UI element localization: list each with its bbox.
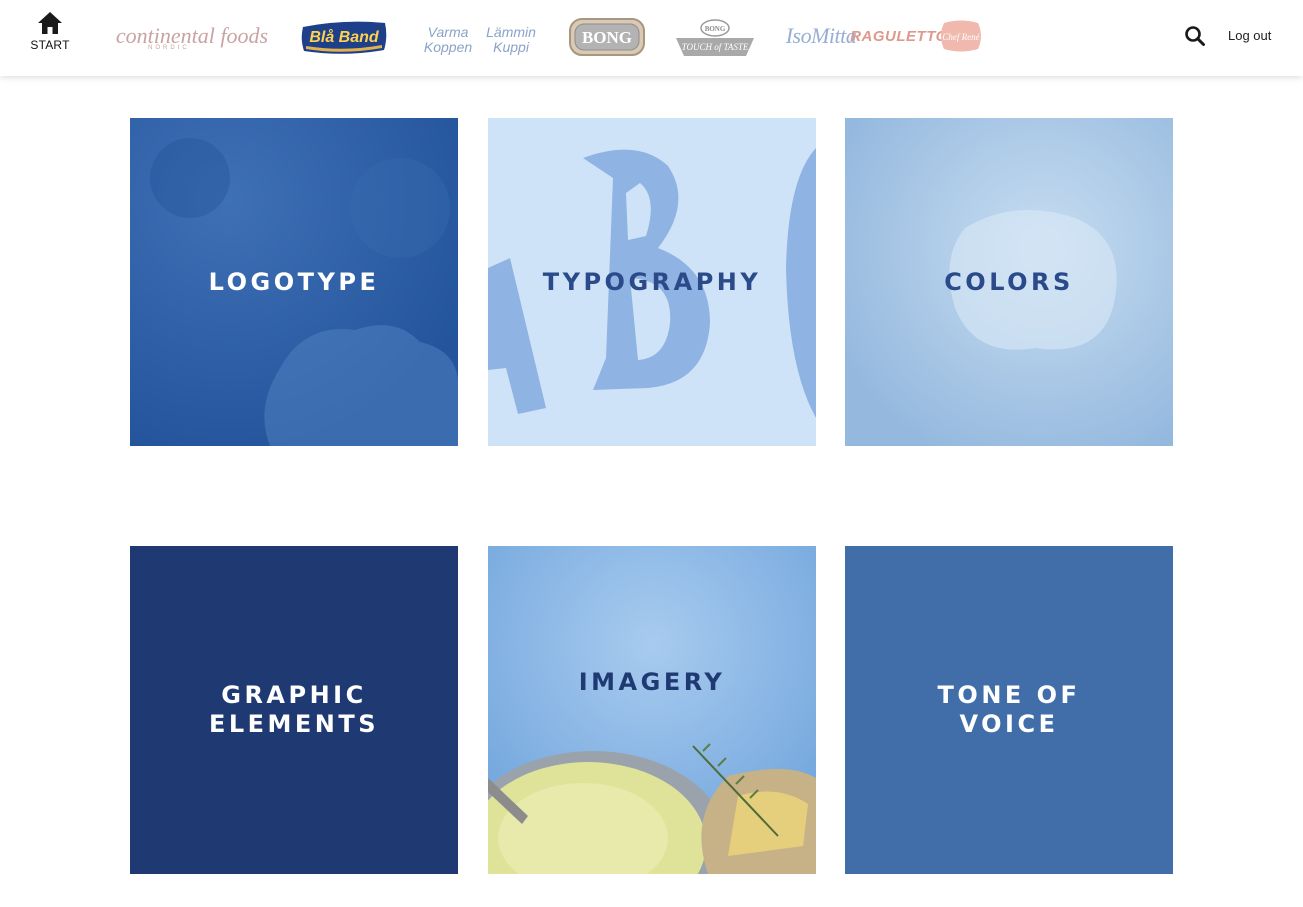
search-icon	[1185, 26, 1205, 46]
chef-rene-text: Chef René	[942, 32, 980, 42]
continental-foods-logo: continental foods	[115, 23, 269, 48]
top-navigation-bar: START continental foods NORDIC Blå Band …	[0, 0, 1303, 76]
brand-touch-of-taste[interactable]: BONG TOUCH of TASTE	[674, 18, 756, 60]
continental-nordic-label: NORDIC	[148, 45, 190, 51]
brand-varma-koppen[interactable]: Varma Koppen Lämmin Kuppi	[416, 22, 542, 58]
bong-text: BONG	[582, 28, 632, 47]
touch-of-taste-logo: BONG TOUCH of TASTE	[676, 19, 754, 56]
tile-graphic-elements-label: GRAPHIC ELEMENTS	[208, 681, 380, 738]
tile-tone-of-voice-label: TONE OF VOICE	[937, 681, 1081, 738]
bong-logo: BONG	[569, 18, 645, 56]
lammin-kuppi-logo: Lämmin Kuppi	[486, 24, 536, 55]
tile-logotype[interactable]: LOGOTYPE	[130, 118, 458, 446]
tile-typography[interactable]: TYPOGRAPHY	[488, 118, 816, 446]
bla-band-logo: Blå Band	[301, 21, 387, 54]
soup-food-photo	[488, 546, 816, 874]
varma-koppen-logo: Varma Koppen	[423, 24, 473, 55]
brand-bla-band[interactable]: Blå Band	[300, 19, 388, 55]
search-button[interactable]	[1184, 25, 1206, 47]
tile-graphic-elements[interactable]: GRAPHIC ELEMENTS	[130, 546, 458, 874]
tile-imagery[interactable]: IMAGERY	[488, 546, 816, 874]
raguletto-logo: RAGULETTO	[850, 27, 948, 45]
home-icon	[38, 12, 62, 34]
brand-raguletto[interactable]: RAGULETTO	[850, 24, 947, 48]
start-button[interactable]: START	[22, 10, 78, 62]
start-label: START	[30, 38, 70, 52]
log-out-link[interactable]: Log out	[1228, 28, 1271, 43]
touch-bong-text: BONG	[705, 25, 726, 33]
tile-tone-of-voice[interactable]: TONE OF VOICE	[845, 546, 1173, 874]
tile-colors-label: COLORS	[944, 267, 1074, 296]
isomitta-logo: IsoMitta	[785, 23, 857, 48]
chef-rene-logo: Chef René	[941, 20, 981, 52]
brand-continental-foods[interactable]: continental foods NORDIC	[114, 18, 270, 54]
tile-logotype-label: LOGOTYPE	[208, 267, 380, 296]
tile-typography-label: TYPOGRAPHY	[542, 267, 762, 296]
brand-bong[interactable]: BONG	[568, 17, 646, 57]
touch-of-taste-text: TOUCH of TASTE	[682, 42, 749, 52]
tile-imagery-label: IMAGERY	[578, 667, 726, 696]
brand-chef-rene[interactable]: Chef René	[938, 19, 984, 53]
bla-band-text: Blå Band	[309, 28, 380, 46]
brand-isomitta[interactable]: IsoMitta	[783, 20, 859, 52]
tile-colors[interactable]: COLORS	[845, 118, 1173, 446]
